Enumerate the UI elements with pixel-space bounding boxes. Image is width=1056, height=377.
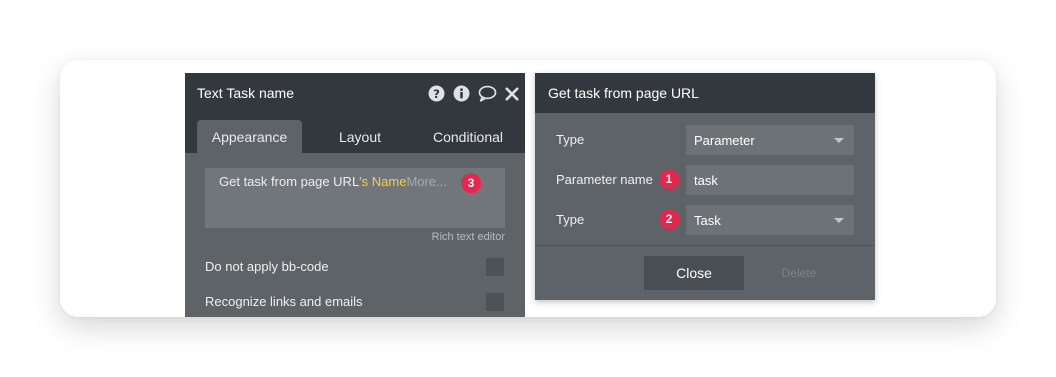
delete-button[interactable]: Delete [761,256,837,290]
stage: Text Task name ? Appearance Layout Condi… [0,0,1056,377]
svg-text:?: ? [433,87,440,101]
popup-divider [535,245,875,246]
chevron-down-icon [834,218,844,223]
chevron-down-icon [834,138,844,143]
property-tabs: Appearance Layout Conditional [185,113,525,153]
close-icon[interactable] [505,86,519,101]
step-badge-3: 3 [461,173,481,193]
tab-conditional[interactable]: Conditional [418,120,518,153]
option-no-bbcode-checkbox[interactable] [486,258,504,276]
expression-source[interactable]: Get task from page URL [219,174,359,189]
parameter-name-value: task [694,172,718,188]
popup-header: Get task from page URL [535,73,875,113]
info-icon[interactable] [453,85,470,102]
type-label: Type [556,132,585,147]
popup-title: Get task from page URL [548,85,699,101]
expression-field[interactable]: 's Name [359,174,406,189]
data-type-label: Type [556,212,585,227]
screenshot-card: Text Task name ? Appearance Layout Condi… [60,60,996,317]
help-icon[interactable]: ? [428,85,445,102]
type-dropdown[interactable]: Parameter [686,125,854,155]
data-type-dropdown[interactable]: Task [686,205,854,235]
step-badge-1: 1 [659,169,679,189]
more-link[interactable]: More... [406,174,446,189]
property-editor-header[interactable]: Text Task name ? [185,73,525,113]
type-dropdown-value: Parameter [694,132,755,148]
tab-layout[interactable]: Layout [310,120,410,153]
close-button[interactable]: Close [644,256,744,290]
data-source-popup: Get task from page URL Type Parameter Pa… [535,73,875,300]
tab-appearance[interactable]: Appearance [197,120,302,153]
property-editor-title: Text Task name [197,85,295,101]
parameter-name-label: Parameter name [556,172,653,187]
header-icons: ? [428,85,519,102]
text-content-editor[interactable]: Get task from page URL's NameMore... 3 [205,168,505,228]
rich-text-editor-link[interactable]: Rich text editor [432,231,505,243]
comment-icon[interactable] [478,85,497,102]
parameter-name-input[interactable]: task [686,165,854,195]
property-editor-panel: Text Task name ? Appearance Layout Condi… [185,73,525,317]
data-type-dropdown-value: Task [694,212,721,228]
option-no-bbcode-label: Do not apply bb-code [205,259,329,274]
option-recognize-links-checkbox[interactable] [486,293,504,311]
option-recognize-links-label: Recognize links and emails [205,294,363,309]
step-badge-2: 2 [659,209,679,229]
